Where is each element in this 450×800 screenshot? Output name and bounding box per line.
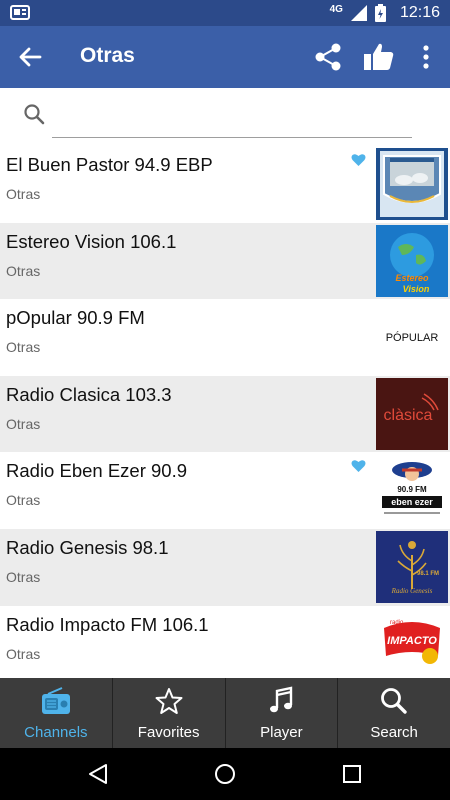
status-bar: 4G 12:16 [0,0,450,26]
favorite-heart-icon[interactable] [351,153,366,167]
eben-ezer-name-text: eben ezer [391,497,433,507]
radio-icon [41,687,70,714]
vision-logo-text: Vision [403,284,430,294]
list-item[interactable]: Radio Impacto FM 106.1 Otras IMPACTO rad… [0,605,450,683]
notification-icon [10,5,30,20]
nav-search[interactable]: Search [337,678,450,748]
svg-text:radio: radio [390,620,404,626]
home-circle-icon[interactable] [213,762,237,786]
clasica-logo: clàsica [376,377,448,450]
genesis-freq-text: 98.1 FM [417,571,439,577]
nav-channels-label: Channels [24,724,88,741]
list-item[interactable]: Radio Eben Ezer 90.9 Otras 90.9 FM eben … [0,452,450,529]
station-name: Radio Clasica 103.3 [6,383,172,405]
estereo-vision-logo: Estereo Vision [376,224,448,297]
station-category: Otras [6,568,41,585]
station-name: Estereo Vision 106.1 [6,230,177,252]
search-input[interactable] [52,96,412,138]
radio-genesis-logo: 98.1 FM Radio Genesis [376,530,448,603]
thumbs-up-icon[interactable] [362,40,396,74]
list-item[interactable]: El Buen Pastor 94.9 EBP Otras [0,146,450,223]
nav-favorites[interactable]: Favorites [111,678,225,748]
nav-search-label: Search [370,724,418,741]
system-nav-bar [0,748,450,800]
search-icon [381,688,407,714]
clock: 12:16 [399,4,440,21]
bottom-nav: Channels Favorites Player Search [0,678,450,748]
share-icon[interactable] [312,41,344,73]
music-note-icon [270,686,293,713]
eben-ezer-freq-text: 90.9 FM [397,485,427,494]
list-item[interactable]: pOpular 90.9 FM Otras PÓPULAR [0,299,450,376]
back-arrow-icon[interactable] [14,41,46,73]
station-name: Radio Eben Ezer 90.9 [6,460,188,482]
star-icon [155,688,183,714]
station-name: El Buen Pastor 94.9 EBP [6,154,213,175]
favorite-heart-icon[interactable] [351,459,366,473]
page-title: Otras [80,44,135,67]
app-bar: Otras [0,26,450,88]
list-item[interactable]: Radio Genesis 98.1 Otras 98.1 FM Radio G… [0,528,450,606]
station-name: Radio Impacto FM 106.1 [6,613,209,635]
search-icon [24,104,45,125]
el-buen-pastor-logo [376,148,448,220]
svg-text:Estereo: Estereo [395,273,429,283]
genesis-name-text: Radio Genesis [391,587,433,595]
station-name: Radio Genesis 98.1 [6,536,169,558]
list-item[interactable]: Estereo Vision 106.1 Otras Estereo Visio… [0,222,450,300]
more-options-icon[interactable] [414,41,438,73]
popular-logo: PÓPULAR [376,301,448,374]
nav-channels[interactable]: Channels [0,678,112,748]
back-triangle-icon[interactable] [86,762,110,786]
station-category: Otras [6,415,41,432]
clasica-logo-text: clàsica [384,407,433,424]
station-category: Otras [6,492,41,509]
eben-ezer-logo: 90.9 FM eben ezer [376,454,448,527]
impacto-logo-text: IMPACTO [387,635,437,647]
network-type: 4G [329,3,343,15]
signal-icon [350,5,367,21]
nav-player[interactable]: Player [224,678,338,748]
list-item[interactable]: Radio Clasica 103.3 Otras clàsica [0,375,450,453]
popular-logo-text: PÓPULAR [386,331,439,344]
radio-impacto-logo: IMPACTO radio [376,607,448,680]
recents-square-icon[interactable] [340,762,364,786]
station-category: Otras [6,645,41,662]
station-category: Otras [6,339,41,356]
nav-player-label: Player [260,724,303,741]
station-name: pOpular 90.9 FM [6,307,145,329]
battery-icon [374,4,386,22]
station-category: Otras [6,262,41,279]
search-bar [0,88,450,144]
station-list: El Buen Pastor 94.9 EBP Otras Estereo Vi… [0,146,450,683]
station-category: Otras [6,186,41,202]
nav-favorites-label: Favorites [137,724,200,741]
